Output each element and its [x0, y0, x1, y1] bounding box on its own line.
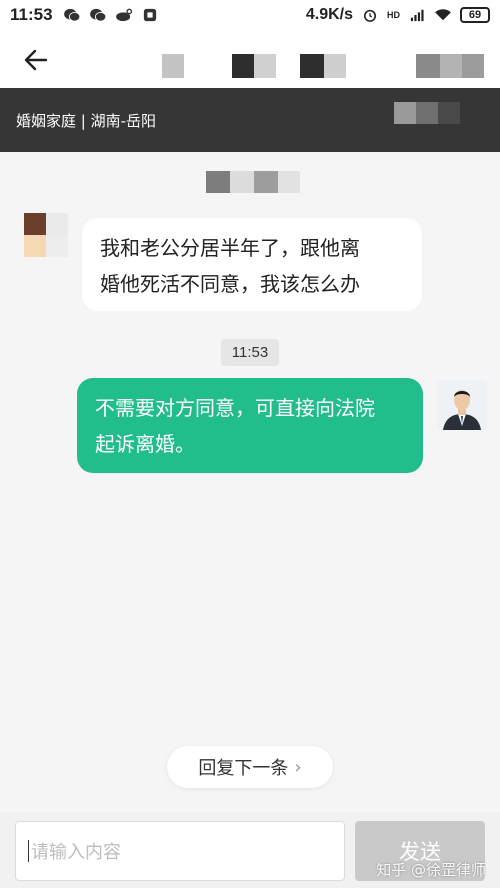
hd-label: HD [387, 10, 400, 20]
message-input-placeholder: 请输入内容 [31, 842, 121, 863]
outgoing-message-line: 不需要对方同意，可直接向法院 [95, 396, 375, 420]
network-speed: 4.9K/s [305, 6, 353, 23]
reply-next-label: 回复下一条 [198, 758, 289, 779]
reply-next-button[interactable]: 回复下一条 › [167, 746, 333, 788]
chevron-right-icon: › [294, 756, 302, 778]
message-input[interactable]: 请输入内容 [15, 821, 345, 881]
battery-icon: 69 [460, 7, 490, 23]
incoming-message-line: 我和老公分居半年了，跟他离 [100, 236, 360, 260]
signal-icon [410, 9, 424, 22]
weibo-icon [115, 8, 132, 22]
composer-bar: 请输入内容 发送 知乎 @徐罡律师 [0, 812, 500, 888]
category-location: 婚姻家庭 | 湖南-岳阳 [16, 111, 157, 130]
outgoing-message-line: 起诉离婚。 [95, 432, 195, 456]
incoming-message-line: 婚他死活不同意，我该怎么办 [100, 272, 360, 296]
wechat-icon [89, 8, 106, 22]
lawyer-avatar [437, 380, 487, 430]
alarm-icon [363, 9, 377, 22]
incoming-message-bubble: 我和老公分居半年了，跟他离 婚他死活不同意，我该怎么办 [82, 218, 422, 311]
message-timestamp: 11:53 [221, 339, 279, 366]
wifi-icon [435, 9, 451, 21]
app-icon [143, 8, 156, 22]
outgoing-message-bubble: 不需要对方同意，可直接向法院 起诉离婚。 [77, 378, 423, 473]
wechat-icon [63, 8, 80, 22]
watermark: 知乎 @徐罡律师 [376, 861, 486, 879]
user-avatar-blurred [14, 213, 68, 267]
back-arrow-icon[interactable] [22, 46, 50, 74]
status-time: 11:53 [10, 5, 53, 24]
status-bar: 11:53 4.9K/s HD 69 [0, 0, 500, 30]
category-banner: 婚姻家庭 | 湖南-岳阳 [0, 88, 500, 152]
text-caret [28, 840, 29, 862]
chat-header [0, 30, 500, 88]
